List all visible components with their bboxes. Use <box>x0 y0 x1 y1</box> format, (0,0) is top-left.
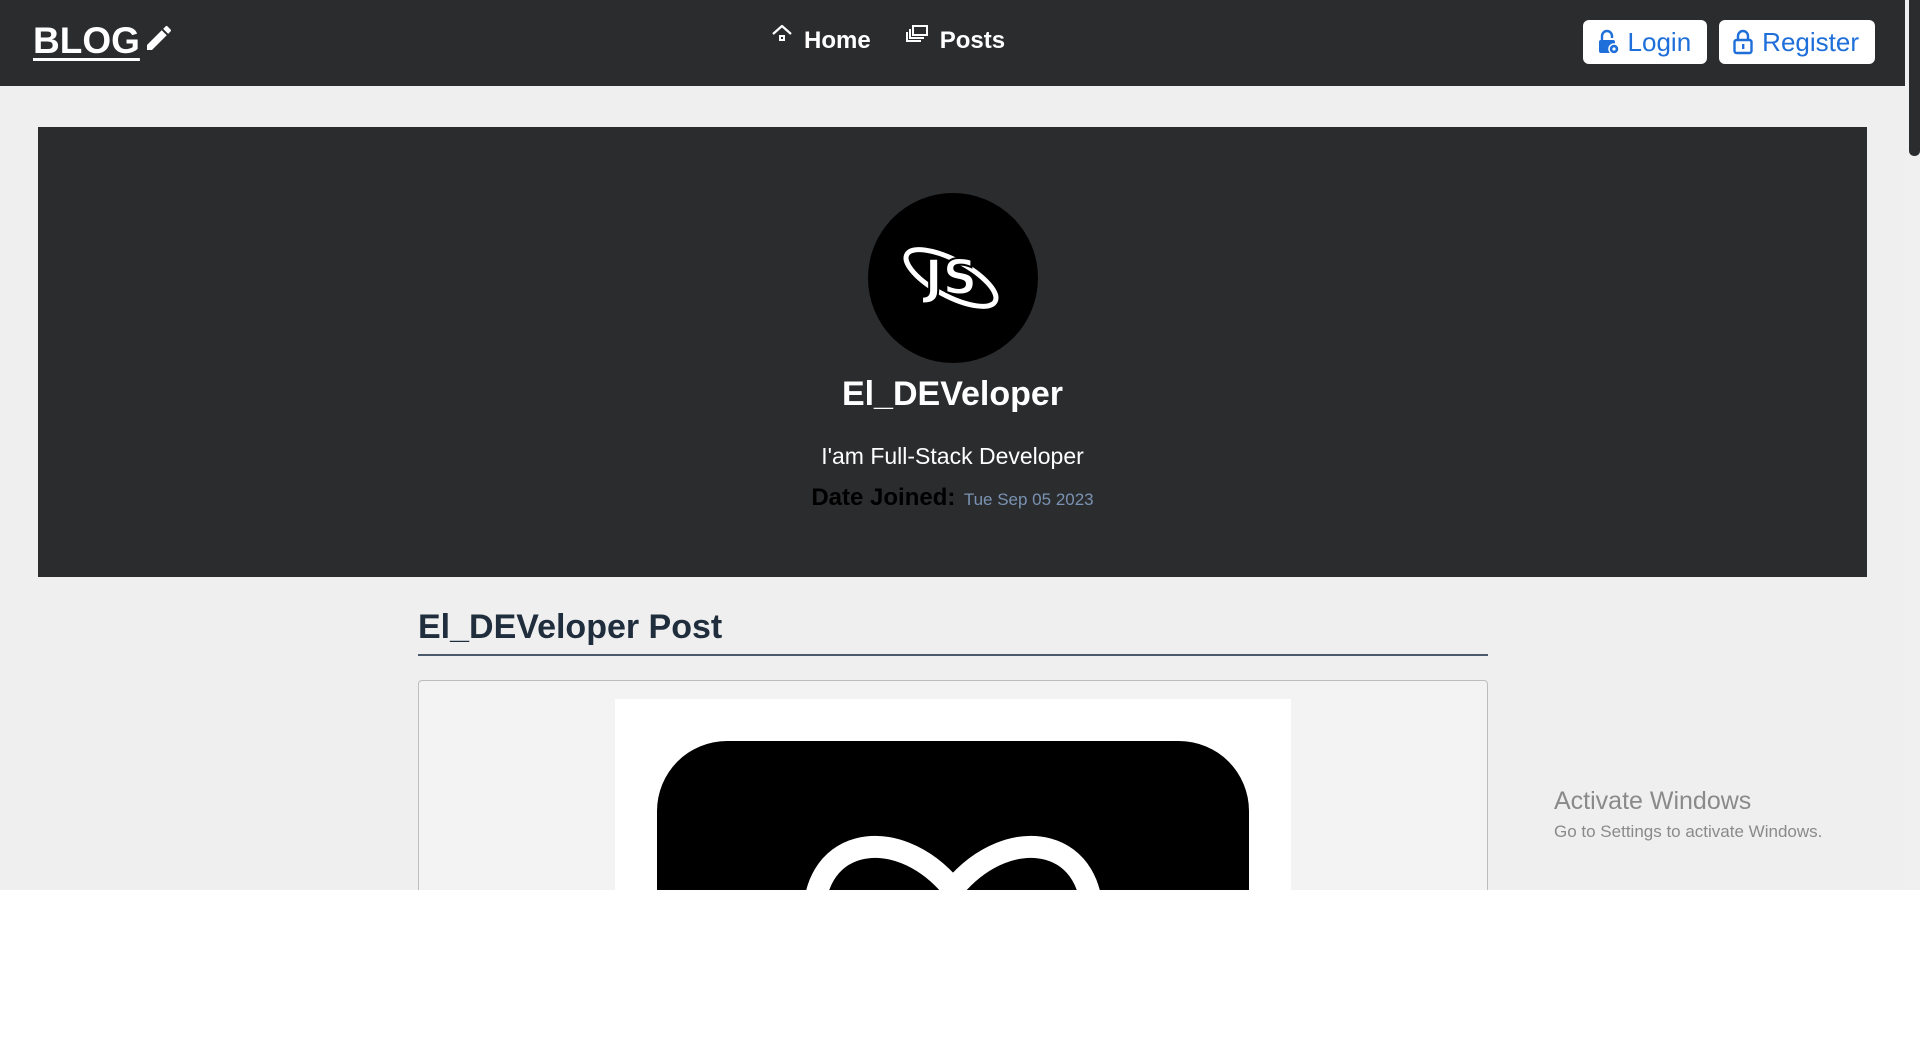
profile-name: El_DEVeloper <box>841 375 1064 413</box>
profile-date-joined: Date Joined: Tue Sep 05 2023 <box>38 484 1867 512</box>
nav-posts-label: Posts <box>939 27 1006 54</box>
home-icon <box>772 24 792 41</box>
section-divider <box>418 654 1488 656</box>
lock-open-icon <box>1598 29 1620 55</box>
post-image[interactable] <box>615 699 1291 890</box>
nav-posts-link[interactable]: Posts <box>904 25 1006 55</box>
lock-icon <box>1733 29 1753 55</box>
page-scrollbar[interactable] <box>1905 0 1920 890</box>
login-label: Login <box>1627 26 1692 57</box>
register-label: Register <box>1762 26 1859 57</box>
page-viewport: BLOG Home Posts Login Register JS El_DEV… <box>0 0 1920 890</box>
scrollbar-thumb[interactable] <box>1909 0 1920 156</box>
profile-header: JS El_DEVeloper I'am Full-Stack Develope… <box>38 127 1867 577</box>
profile-bio: I'am Full-Stack Developer <box>821 443 1084 469</box>
nav-home-label: Home <box>804 27 871 54</box>
main-nav: Home Posts <box>770 24 1006 55</box>
nav-home-link[interactable]: Home <box>770 24 871 55</box>
posts-section-title: El_DEVeloper Post <box>418 608 723 646</box>
logo-link[interactable]: BLOG <box>33 20 175 62</box>
profile-avatar: JS <box>868 193 1038 363</box>
date-joined-label: Date Joined: <box>811 484 956 511</box>
avatar-js-text: JS <box>922 250 977 306</box>
activate-subtitle: Go to Settings to activate Windows. <box>1554 822 1823 841</box>
logo-text: BLOG <box>33 20 140 61</box>
register-button[interactable]: Register <box>1719 20 1875 64</box>
date-joined-value: Tue Sep 05 2023 <box>963 490 1094 509</box>
post-thumbnail-graphic <box>657 741 1249 890</box>
login-button[interactable]: Login <box>1582 20 1708 64</box>
auth-buttons: Login Register <box>1582 20 1875 64</box>
js-logo-icon: JS <box>903 247 999 309</box>
top-navbar: BLOG Home Posts Login Register <box>0 0 1905 86</box>
pencil-icon <box>146 25 171 50</box>
post-card[interactable] <box>418 680 1488 890</box>
activate-title: Activate Windows <box>1554 787 1752 815</box>
windows-activation-watermark: Activate Windows Go to Settings to activ… <box>1554 787 1822 842</box>
posts-icon <box>905 25 928 42</box>
